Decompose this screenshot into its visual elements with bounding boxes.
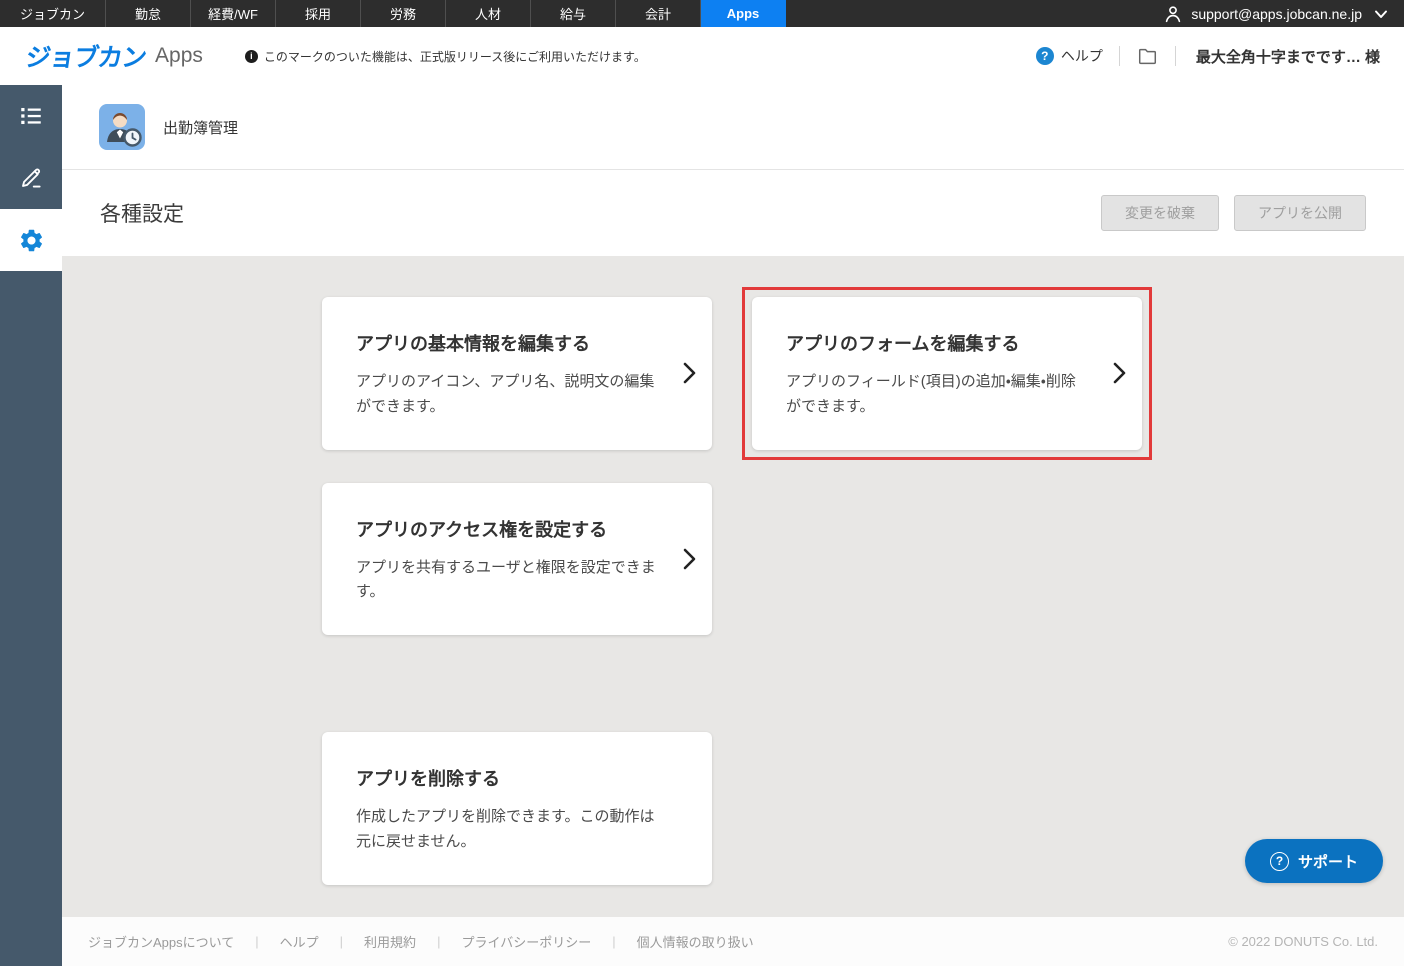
user-name[interactable]: 最大全角十字までです… 様 — [1196, 46, 1380, 67]
footer-link-privacy[interactable]: プライバシーポリシー — [461, 932, 591, 951]
nav-tab-apps[interactable]: Apps — [701, 0, 786, 27]
chevron-right-icon — [682, 361, 697, 385]
beta-note: i このマークのついた機能は、正式版リリース後にご利用いただけます。 — [245, 48, 646, 65]
jobcan-logo-suffix: Apps — [155, 44, 203, 68]
nav-tab-keihi-wf[interactable]: 経費/WF — [191, 0, 276, 27]
settings-content: アプリの基本情報を編集する アプリのアイコン、アプリ名、説明文の編集ができます。… — [62, 256, 1404, 917]
footer-divider: | — [255, 934, 258, 949]
nav-tab-jobcan[interactable]: ジョブカン — [0, 0, 106, 27]
footer-divider: | — [437, 934, 440, 949]
settings-card-delete[interactable]: アプリを削除する 作成したアプリを削除できます。この動作は元に戻せません。 — [322, 732, 712, 885]
top-nav: ジョブカン 勤怠 経費/WF 採用 労務 人材 給与 会計 Apps suppo… — [0, 0, 1404, 27]
gear-icon — [18, 227, 45, 254]
question-circle-icon: ? — [1270, 852, 1289, 871]
attendance-app-icon — [99, 104, 145, 150]
chevron-right-icon — [682, 547, 697, 571]
pencil-icon — [18, 165, 44, 191]
nav-tab-jinzai[interactable]: 人材 — [446, 0, 531, 27]
settings-card-form[interactable]: アプリのフォームを編集する アプリのフィールド(項目)の追加・編集・削除ができま… — [752, 297, 1142, 450]
discard-changes-button[interactable]: 変更を破棄 — [1101, 195, 1219, 231]
sidebar-item-settings[interactable] — [0, 209, 62, 271]
card-description: アプリを共有するユーザと権限を設定できます。 — [356, 556, 658, 606]
help-question-icon: ? — [1036, 47, 1054, 65]
settings-card-access[interactable]: アプリのアクセス権を設定する アプリを共有するユーザと権限を設定できます。 — [322, 483, 712, 636]
card-title: アプリのフォームを編集する — [786, 330, 1088, 356]
nav-tab-kaikei[interactable]: 会計 — [616, 0, 701, 27]
account-email: support@apps.jobcan.ne.jp — [1191, 6, 1362, 22]
app-title-bar: 出勤簿管理 — [62, 85, 1404, 170]
app-title: 出勤簿管理 — [163, 117, 238, 138]
card-title: アプリの基本情報を編集する — [356, 330, 658, 356]
sidebar-item-edit[interactable] — [0, 147, 62, 209]
info-icon: i — [245, 50, 258, 63]
page-header: 各種設定 変更を破棄 アプリを公開 — [62, 170, 1404, 256]
card-title: アプリを削除する — [356, 765, 658, 791]
footer-divider: | — [612, 934, 615, 949]
app-header: ジョブカン Apps i このマークのついた機能は、正式版リリース後にご利用いた… — [0, 27, 1404, 85]
publish-app-button[interactable]: アプリを公開 — [1234, 195, 1366, 231]
user-icon — [1163, 4, 1183, 24]
chevron-down-icon — [1374, 8, 1388, 20]
header-divider — [1175, 46, 1176, 66]
footer-link-personal-info[interactable]: 個人情報の取り扱い — [637, 932, 754, 951]
nav-tab-kintai[interactable]: 勤怠 — [106, 0, 191, 27]
nav-tab-saiyo[interactable]: 採用 — [276, 0, 361, 27]
beta-note-text: このマークのついた機能は、正式版リリース後にご利用いただけます。 — [264, 48, 646, 65]
folder-icon — [1136, 45, 1159, 67]
support-button[interactable]: ? サポート — [1245, 839, 1383, 883]
copyright: © 2022 DONUTS Co. Ltd. — [1228, 934, 1378, 949]
header-divider — [1119, 46, 1120, 66]
support-label: サポート — [1298, 851, 1358, 872]
page-title: 各種設定 — [100, 198, 184, 228]
settings-card-basic-info[interactable]: アプリの基本情報を編集する アプリのアイコン、アプリ名、説明文の編集ができます。 — [322, 297, 712, 450]
footer-link-help[interactable]: ヘルプ — [280, 932, 319, 951]
apps-drawer-button[interactable] — [1136, 45, 1159, 67]
help-link[interactable]: ? ヘルプ — [1036, 46, 1103, 66]
footer: ジョブカンAppsについて | ヘルプ | 利用規約 | プライバシーポリシー … — [62, 917, 1404, 966]
account-menu[interactable]: support@apps.jobcan.ne.jp — [1163, 0, 1404, 27]
card-description: 作成したアプリを削除できます。この動作は元に戻せません。 — [356, 805, 658, 855]
jobcan-logo[interactable]: ジョブカン — [23, 38, 148, 74]
card-description: アプリのアイコン、アプリ名、説明文の編集ができます。 — [356, 370, 658, 420]
sidebar — [0, 85, 62, 966]
sidebar-item-list[interactable] — [0, 85, 62, 147]
footer-link-terms[interactable]: 利用規約 — [364, 932, 416, 951]
list-icon — [18, 103, 44, 129]
help-label: ヘルプ — [1061, 46, 1103, 66]
card-description: アプリのフィールド(項目)の追加・編集・削除ができます。 — [786, 370, 1088, 420]
nav-tab-kyuyo[interactable]: 給与 — [531, 0, 616, 27]
footer-divider: | — [340, 934, 343, 949]
card-title: アプリのアクセス権を設定する — [356, 516, 658, 542]
highlight-outline: アプリのフォームを編集する アプリのフィールド(項目)の追加・編集・削除ができま… — [742, 287, 1152, 460]
footer-link-about[interactable]: ジョブカンAppsについて — [88, 932, 234, 951]
nav-tab-roumu[interactable]: 労務 — [361, 0, 446, 27]
chevron-right-icon — [1112, 361, 1127, 385]
